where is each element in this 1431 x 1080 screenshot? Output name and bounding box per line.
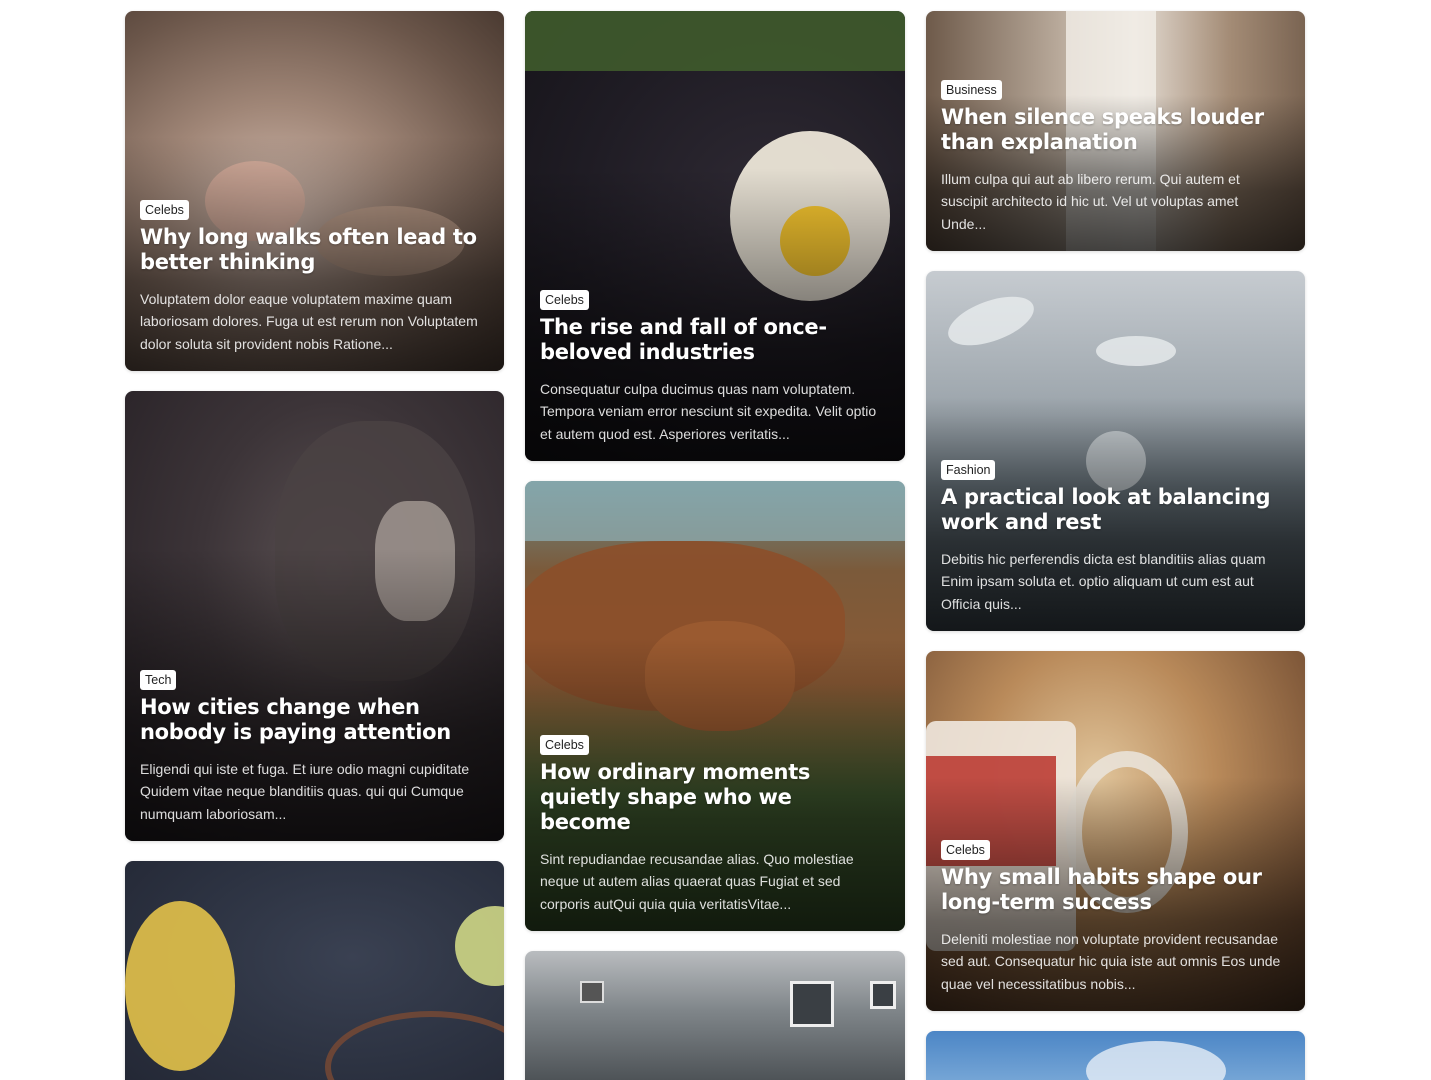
category-badge[interactable]: Fashion — [941, 459, 996, 480]
post-card-content: Celebs Why small habits shape our long-t… — [941, 839, 1287, 996]
post-title[interactable]: A practical look at balancing work and r… — [941, 485, 1287, 535]
post-excerpt: Sint repudiandae recusandae alias. Quo m… — [540, 850, 854, 912]
post-excerpt: Illum culpa qui aut ab libero rerum. Qui… — [941, 170, 1240, 232]
post-title[interactable]: Why small habits shape our long-term suc… — [941, 865, 1287, 915]
post-title[interactable]: Why long walks often lead to better thin… — [140, 225, 486, 275]
post-card[interactable]: Celebs How ordinary moments quietly shap… — [525, 481, 905, 931]
post-card-content: Business When silence speaks louder than… — [941, 79, 1287, 236]
post-excerpt: Deleniti molestiae non voluptate provide… — [941, 930, 1281, 992]
category-badge[interactable]: Celebs — [941, 839, 990, 860]
post-card[interactable]: Celebs The rise and fall of once-beloved… — [525, 11, 905, 461]
category-badge[interactable]: Celebs — [540, 289, 589, 310]
post-card[interactable]: Celebs Why long walks often lead to bett… — [125, 11, 504, 371]
post-title[interactable]: When silence speaks louder than explanat… — [941, 105, 1287, 155]
post-excerpt: Eligendi qui iste et fuga. Et iure odio … — [140, 760, 470, 822]
post-masonry-grid: Celebs Why long walks often lead to bett… — [0, 0, 1431, 1080]
post-card[interactable]: Fashion A practical look at balancing wo… — [926, 271, 1305, 631]
post-card[interactable] — [926, 1031, 1305, 1080]
post-card-content: Celebs The rise and fall of once-beloved… — [540, 289, 887, 446]
category-badge[interactable]: Celebs — [540, 734, 589, 755]
category-badge[interactable]: Celebs — [140, 199, 189, 220]
post-card-content: Tech How cities change when nobody is pa… — [140, 669, 486, 826]
post-excerpt: Debitis hic perferendis dicta est blandi… — [941, 550, 1266, 612]
post-card[interactable]: Tech How cities change when nobody is pa… — [125, 391, 504, 841]
category-badge[interactable]: Business — [941, 79, 1002, 100]
post-title[interactable]: How cities change when nobody is paying … — [140, 695, 486, 745]
post-image-flowers-lemon — [125, 861, 504, 1080]
post-card[interactable] — [525, 951, 905, 1080]
post-title[interactable]: How ordinary moments quietly shape who w… — [540, 760, 887, 835]
post-image-sky — [926, 1031, 1305, 1080]
post-card[interactable] — [125, 861, 504, 1080]
post-title[interactable]: The rise and fall of once-beloved indust… — [540, 315, 887, 365]
post-card-content: Fashion A practical look at balancing wo… — [941, 459, 1287, 616]
post-image-old-building — [525, 951, 905, 1080]
category-badge[interactable]: Tech — [140, 669, 177, 690]
post-card[interactable]: Celebs Why small habits shape our long-t… — [926, 651, 1305, 1011]
post-excerpt: Voluptatem dolor eaque voluptatem maxime… — [140, 290, 478, 352]
post-excerpt: Consequatur culpa ducimus quas nam volup… — [540, 380, 877, 442]
post-card-content: Celebs How ordinary moments quietly shap… — [540, 734, 887, 916]
post-card[interactable]: Business When silence speaks louder than… — [926, 11, 1305, 251]
post-card-content: Celebs Why long walks often lead to bett… — [140, 199, 486, 356]
